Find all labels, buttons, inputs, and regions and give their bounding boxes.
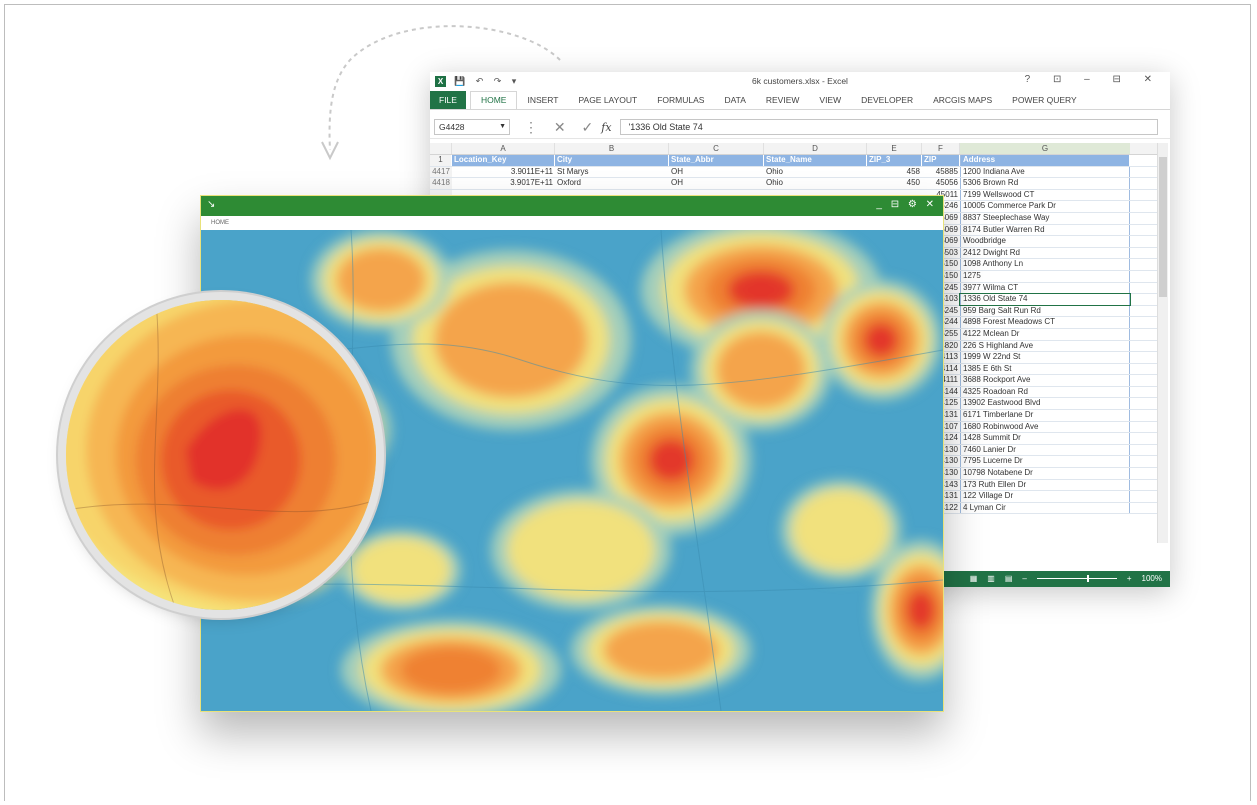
tab-insert[interactable]: INSERT (517, 95, 568, 109)
cell-address[interactable]: 3688 Rockport Ave (960, 375, 1130, 386)
column-header-a[interactable]: A (452, 143, 555, 154)
table-row[interactable]: 4417 3.9011E+11 St Marys OH Ohio 458 458… (430, 166, 1158, 179)
excel-ribbon-tabs: FILE HOME INSERT PAGE LAYOUT FORMULAS DA… (430, 90, 1170, 110)
tab-page-layout[interactable]: PAGE LAYOUT (568, 95, 647, 109)
cell-address[interactable]: 959 Barg Salt Run Rd (960, 305, 1130, 317)
cell-address[interactable]: 13902 Eastwood Blvd (960, 398, 1130, 410)
cell-city[interactable]: Oxford (555, 178, 669, 189)
tab-file[interactable]: FILE (430, 91, 466, 109)
cell-address[interactable]: 226 S Highland Ave (960, 340, 1130, 352)
map-titlebar: ↘ _ ⊟ ⚙ ✕ (201, 196, 943, 216)
header-state-abbr[interactable]: State_Abbr (669, 155, 764, 166)
page-layout-view-icon[interactable]: ▥ (987, 574, 995, 583)
page-break-view-icon[interactable]: ▤ (1005, 574, 1013, 583)
table-row[interactable]: 4418 3.9017E+11 Oxford OH Ohio 450 45056… (430, 178, 1158, 190)
zoom-out-button[interactable]: – (1022, 574, 1026, 583)
cancel-confirm-icons[interactable]: ⋮ ✕ ✓ (524, 119, 599, 136)
cell-location-key[interactable]: 3.9017E+11 (452, 178, 555, 189)
cell-address[interactable]: Woodbridge (960, 236, 1130, 247)
cell-address[interactable]: 1336 Old State 74 (959, 293, 1131, 306)
table-header-row: 1 Location_Key City State_Abbr State_Nam… (430, 155, 1158, 167)
cell-state-name[interactable]: Ohio (764, 178, 867, 189)
name-box[interactable]: G4428 ▼ (434, 119, 510, 135)
cell-state-abbr[interactable]: OH (669, 167, 764, 178)
column-header-b[interactable]: B (555, 143, 669, 154)
row-number[interactable]: 4417 (430, 166, 452, 178)
cell-address[interactable]: 122 Village Dr (960, 491, 1130, 502)
scrollbar-thumb[interactable] (1159, 157, 1167, 297)
cell-address[interactable]: 1098 Anthony Ln (960, 259, 1130, 270)
cell-zip[interactable]: 45056 (922, 178, 960, 189)
cell-address[interactable]: 4 Lyman Cir (960, 502, 1130, 514)
header-zip3[interactable]: ZIP_3 (867, 155, 922, 166)
cell-zip[interactable]: 45885 (922, 167, 960, 178)
excel-window-controls[interactable]: ? ⊡ – ⊟ ✕ (1025, 74, 1162, 85)
tab-review[interactable]: REVIEW (756, 95, 810, 109)
cell-address[interactable]: 8837 Steeplechase Way (960, 212, 1130, 224)
zoom-slider[interactable] (1036, 575, 1117, 582)
column-header-c[interactable]: C (669, 143, 764, 154)
cell-address[interactable]: 1385 E 6th St (960, 363, 1130, 375)
vertical-scrollbar[interactable] (1157, 143, 1168, 543)
cell-address[interactable]: 5306 Brown Rd (960, 178, 1130, 189)
zoom-in-button[interactable]: + (1127, 574, 1132, 583)
tab-developer[interactable]: DEVELOPER (851, 95, 923, 109)
column-header-e[interactable]: E (867, 143, 922, 154)
cell-address[interactable]: 7460 Lanier Dr (960, 444, 1130, 456)
row-number[interactable]: 1 (430, 155, 452, 166)
cell-address[interactable]: 1428 Summit Dr (960, 433, 1130, 444)
cell-address[interactable]: 1680 Robinwood Ave (960, 421, 1130, 433)
map-window-controls[interactable]: _ ⊟ ⚙ ✕ (876, 199, 937, 210)
cell-address[interactable]: 1275 (960, 270, 1130, 282)
cell-address[interactable]: 173 Ruth Ellen Dr (960, 479, 1130, 491)
cell-zip3[interactable]: 450 (867, 178, 922, 189)
header-address[interactable]: Address (960, 155, 1130, 166)
tab-home[interactable]: HOME (469, 91, 518, 109)
cell-zip3[interactable]: 458 (867, 167, 922, 178)
cell-address[interactable]: 1999 W 22nd St (960, 352, 1130, 363)
header-state-name[interactable]: State_Name (764, 155, 867, 166)
column-header-g[interactable]: G (960, 143, 1130, 154)
chevron-down-icon[interactable]: ▼ (499, 120, 506, 134)
collapse-arrow-icon[interactable]: ↘ (207, 199, 215, 210)
magnified-heatmap (66, 300, 376, 610)
cell-state-name[interactable]: Ohio (764, 167, 867, 178)
normal-view-icon[interactable]: ▦ (970, 574, 978, 583)
cell-address[interactable]: 1200 Indiana Ave (960, 166, 1130, 178)
cell-address[interactable]: 7795 Lucerne Dr (960, 456, 1130, 468)
cell-address[interactable]: 4122 Mclean Dr (960, 328, 1130, 340)
tab-arcgis-maps[interactable]: ARCGIS MAPS (923, 95, 1002, 109)
cell-address[interactable]: 4325 Roadoan Rd (960, 386, 1130, 398)
cell-address[interactable]: 3977 Wilma CT (960, 282, 1130, 294)
magnifier-lens (66, 300, 376, 610)
header-location-key[interactable]: Location_Key (452, 155, 555, 166)
map-home-tab[interactable]: HOME (201, 216, 943, 230)
cell-address[interactable]: 10798 Notabene Dr (960, 468, 1130, 479)
header-zip[interactable]: ZIP (922, 155, 960, 166)
cell-city[interactable]: St Marys (555, 167, 669, 178)
tab-data[interactable]: DATA (714, 95, 755, 109)
insert-function-icon[interactable]: fx (601, 121, 611, 134)
row-number[interactable]: 4418 (430, 178, 452, 189)
excel-titlebar: X 💾 ↶ ↷ ▾ 6k customers.xlsx - Excel ? ⊡ … (430, 72, 1170, 90)
cell-address[interactable]: 7199 Wellswood CT (960, 189, 1130, 201)
zoom-level[interactable]: 100% (1142, 574, 1162, 583)
column-headers: A B C D E F G (430, 143, 1158, 155)
column-header-d[interactable]: D (764, 143, 867, 154)
formula-input[interactable]: '1336 Old State 74 (619, 119, 1158, 135)
cell-address[interactable]: 2412 Dwight Rd (960, 247, 1130, 259)
cell-address[interactable]: 10005 Commerce Park Dr (960, 201, 1130, 212)
cell-address[interactable]: 8174 Butler Warren Rd (960, 224, 1130, 236)
cell-address[interactable]: 4898 Forest Meadows CT (960, 317, 1130, 328)
column-header-f[interactable]: F (922, 143, 960, 154)
cell-location-key[interactable]: 3.9011E+11 (452, 167, 555, 178)
tab-view[interactable]: VIEW (809, 95, 851, 109)
name-box-value: G4428 (439, 122, 465, 132)
cell-state-abbr[interactable]: OH (669, 178, 764, 189)
cell-address[interactable]: 6171 Timberlane Dr (960, 410, 1130, 421)
formula-bar: G4428 ▼ ⋮ ✕ ✓ fx '1336 Old State 74 (430, 116, 1170, 139)
header-city[interactable]: City (555, 155, 669, 166)
tab-power-query[interactable]: POWER QUERY (1002, 95, 1087, 109)
tab-formulas[interactable]: FORMULAS (647, 95, 714, 109)
